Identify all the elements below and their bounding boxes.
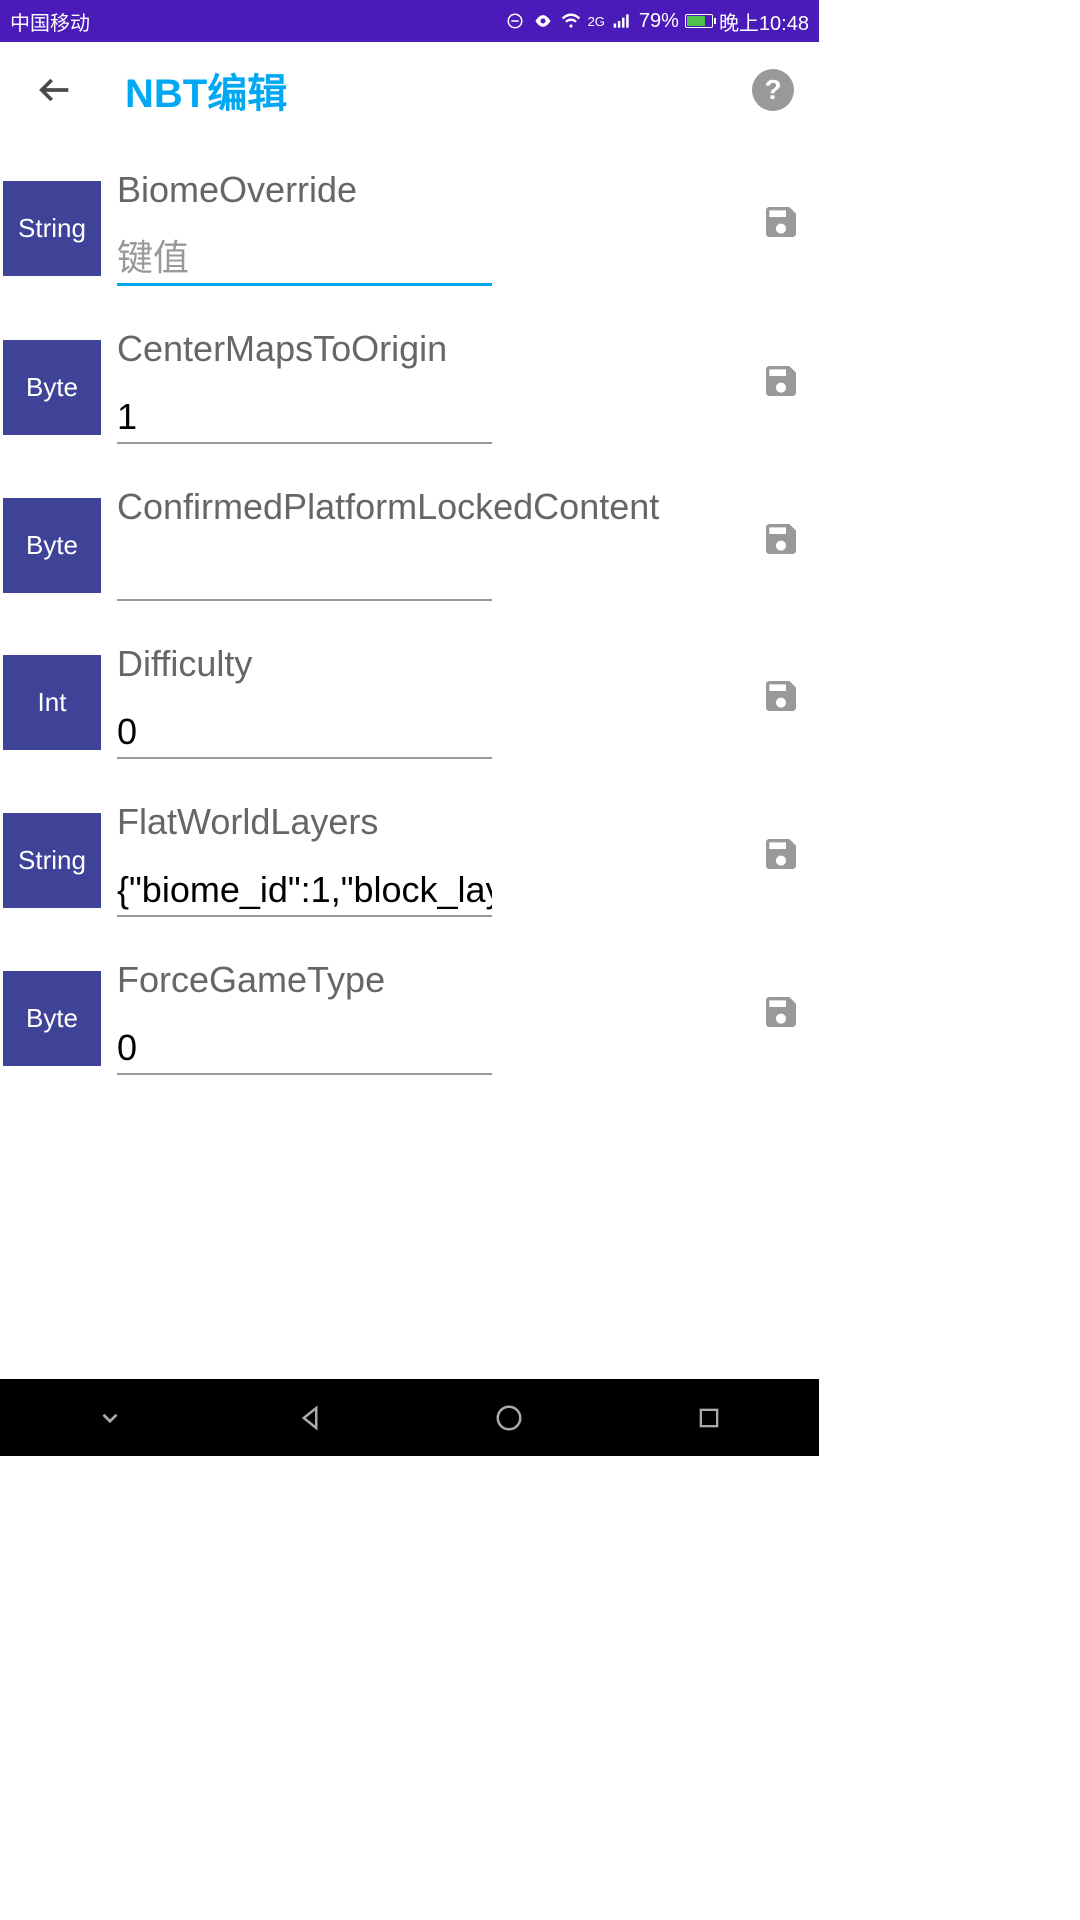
save-icon[interactable] [761, 519, 801, 559]
item-label: BiomeOverride [117, 167, 741, 214]
status-indicators: 2G 79% 晚上10:48 [504, 7, 809, 36]
type-badge: Byte [3, 498, 101, 593]
type-badge: Int [3, 655, 101, 750]
battery-percent: 79% [639, 10, 679, 33]
value-input[interactable] [117, 861, 492, 917]
list-item: Int Difficulty [0, 641, 819, 759]
nav-bar [0, 1379, 819, 1456]
save-icon[interactable] [761, 992, 801, 1032]
item-content: BiomeOverride [101, 167, 761, 286]
nav-back[interactable] [291, 1399, 329, 1437]
content-list: String BiomeOverride Byte CenterMapsToOrigi… [0, 137, 819, 1075]
list-item: Byte ConfirmedPlatformLockedContent [0, 484, 819, 602]
list-item: Byte CenterMapsToOrigin [0, 326, 819, 444]
status-carrier: 中国移动 [10, 7, 90, 36]
value-input[interactable] [117, 545, 492, 601]
eye-icon [532, 10, 554, 32]
back-button[interactable] [20, 55, 90, 125]
save-icon[interactable] [761, 834, 801, 874]
page-title: NBT编辑 [125, 61, 287, 119]
wifi-icon [560, 10, 582, 32]
list-item: String FlatWorldLayers [0, 799, 819, 917]
item-label: CenterMapsToOrigin [117, 326, 741, 373]
value-input[interactable] [117, 388, 492, 444]
item-content: FlatWorldLayers [101, 799, 761, 917]
item-label: FlatWorldLayers [117, 799, 741, 846]
type-badge: String [3, 813, 101, 908]
item-label: ConfirmedPlatformLockedContent [117, 484, 741, 531]
list-item: String BiomeOverride [0, 167, 819, 286]
type-badge: String [3, 181, 101, 276]
item-content: CenterMapsToOrigin [101, 326, 761, 444]
item-content: ForceGameType [101, 957, 761, 1075]
network-type: 2G [588, 14, 605, 29]
value-input[interactable] [117, 1019, 492, 1075]
status-time: 晚上10:48 [719, 7, 809, 36]
nav-home[interactable] [490, 1399, 528, 1437]
item-label: Difficulty [117, 641, 741, 688]
nav-hide-keyboard[interactable] [91, 1399, 129, 1437]
type-badge: Byte [3, 971, 101, 1066]
save-icon[interactable] [761, 202, 801, 242]
item-content: ConfirmedPlatformLockedContent [101, 484, 761, 602]
battery-icon [685, 14, 713, 28]
list-item: Byte ForceGameType [0, 957, 819, 1075]
status-bar: 中国移动 2G 79% [0, 0, 819, 42]
save-icon[interactable] [761, 361, 801, 401]
nav-recent[interactable] [690, 1399, 728, 1437]
item-label: ForceGameType [117, 957, 741, 1004]
value-input[interactable] [117, 229, 492, 286]
value-input[interactable] [117, 703, 492, 759]
carrier-text: 中国移动 [10, 7, 90, 36]
signal-icon [611, 10, 633, 32]
app-bar: NBT编辑 ? [0, 42, 819, 137]
help-button[interactable]: ? [752, 69, 794, 111]
dnd-icon [504, 10, 526, 32]
save-icon[interactable] [761, 676, 801, 716]
type-badge: Byte [3, 340, 101, 435]
item-content: Difficulty [101, 641, 761, 759]
